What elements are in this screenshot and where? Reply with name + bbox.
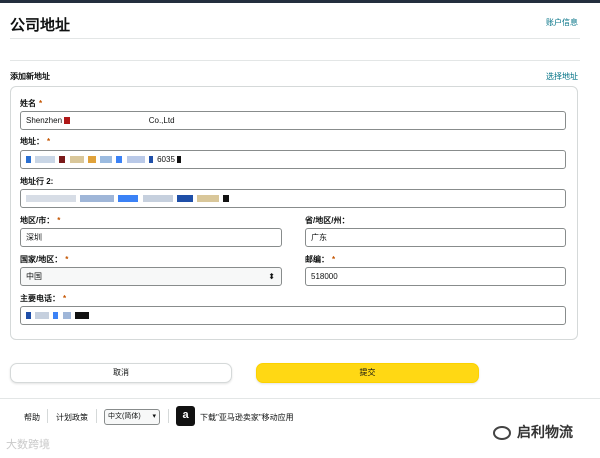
redaction-mark: [26, 312, 31, 320]
privacy-link[interactable]: 计划政策: [56, 412, 88, 423]
redaction-mark: [87, 156, 96, 164]
redaction-mark: [223, 195, 230, 203]
select-address-link[interactable]: 选择地址: [546, 71, 578, 82]
country-select[interactable]: 中国 ⬍: [20, 267, 282, 286]
phone-input[interactable]: [20, 306, 566, 325]
redaction-mark: [148, 156, 153, 164]
divider: [10, 38, 580, 39]
redaction-mark: [35, 156, 56, 164]
cancel-button[interactable]: 取消: [10, 363, 232, 383]
address-label: 地址： *: [20, 137, 51, 146]
watermark-left: 大数跨境: [6, 439, 50, 451]
address-input[interactable]: 6035: [20, 150, 566, 169]
name-value-prefix: Shenzhen: [26, 116, 63, 125]
redaction-mark: [80, 195, 115, 203]
redaction-mark: [118, 195, 139, 203]
language-select[interactable]: 中文(简体) ▾: [104, 409, 160, 425]
language-value: 中文(简体): [108, 413, 141, 420]
account-info-link[interactable]: 账户信息: [546, 17, 578, 28]
wechat-icon: [493, 426, 511, 441]
province-input[interactable]: 广东: [305, 228, 566, 247]
redaction-mark: [69, 156, 84, 164]
redaction-mark: [177, 156, 182, 164]
redaction-mark: [53, 312, 59, 320]
city-label: 地区/市： *: [20, 216, 61, 225]
redaction-mark: [59, 156, 66, 164]
footer-divider: [0, 398, 600, 399]
help-link[interactable]: 帮助: [24, 412, 40, 423]
address2-label: 地址行 2:: [20, 177, 54, 186]
redaction-mark: [126, 156, 145, 164]
redaction-mark: [74, 312, 89, 320]
page-title: 公司地址: [10, 17, 71, 34]
name-input[interactable]: Shenzhen Co.,Ltd: [20, 111, 566, 130]
redaction-mark: [197, 195, 220, 203]
updown-arrow-icon: ⬍: [268, 272, 275, 281]
redaction-mark: [64, 117, 71, 125]
postal-label: 邮编： *: [305, 255, 336, 264]
redaction-mark: [116, 156, 123, 164]
footer-separator: [47, 409, 48, 423]
footer-separator: [168, 409, 169, 423]
province-label: 省/地区/州：: [305, 216, 350, 225]
city-input[interactable]: 深圳: [20, 228, 282, 247]
download-app-link[interactable]: 下载"亚马逊卖家"移动应用: [200, 412, 294, 423]
redaction-mark: [26, 156, 31, 164]
footer-separator: [96, 409, 97, 423]
redaction-mark: [26, 195, 76, 203]
watermark-right: 启利物流: [493, 422, 573, 442]
phone-label: 主要电话： *: [20, 294, 67, 303]
redaction-mark: [35, 312, 50, 320]
postal-input[interactable]: 518000: [305, 267, 566, 286]
submit-button[interactable]: 提交: [256, 363, 479, 383]
address-value-suffix: 6035: [157, 155, 175, 164]
section-label: 添加新地址: [10, 72, 50, 81]
redaction-mark: [176, 195, 193, 203]
redaction-mark: [100, 156, 113, 164]
name-value-suffix: Co.,Ltd: [148, 116, 175, 125]
divider: [10, 60, 580, 61]
name-label: 姓名 *: [20, 99, 43, 108]
redaction-mark: [142, 195, 173, 203]
top-bar: [0, 0, 600, 3]
chevron-down-icon: ▾: [152, 413, 156, 420]
redaction-mark: [62, 312, 71, 320]
amazon-app-icon[interactable]: a: [176, 406, 195, 426]
country-value: 中国: [26, 272, 42, 281]
address2-input[interactable]: [20, 189, 566, 208]
country-label: 国家/地区： *: [20, 255, 69, 264]
